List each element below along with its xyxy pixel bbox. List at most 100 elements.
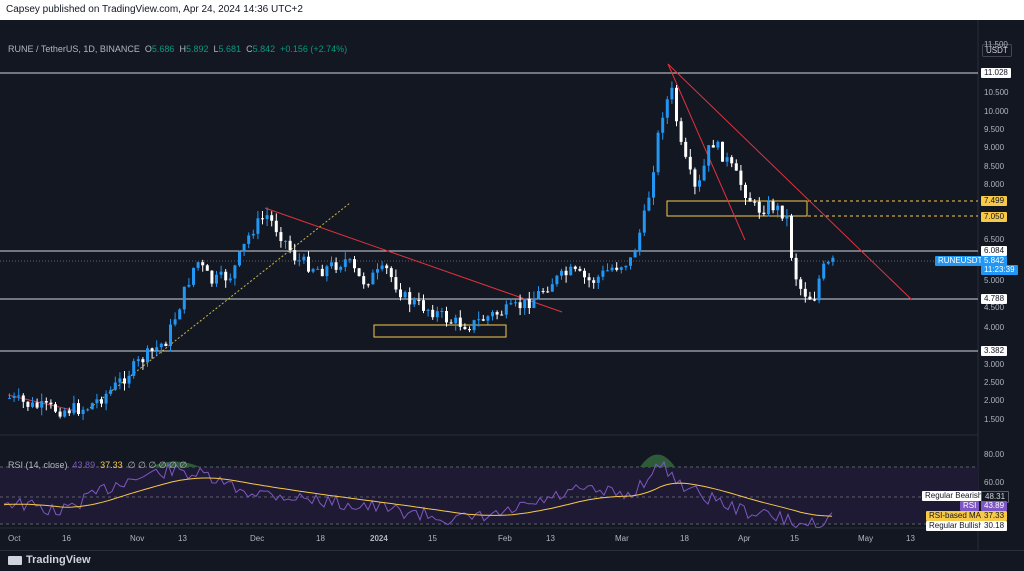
candle-body [587,277,591,281]
rsi-legend-value: 43.89 [72,460,96,470]
candle-body [164,343,168,347]
candle-body [790,215,793,258]
candle-body [132,361,136,376]
time-axis-label: 16 [62,534,71,543]
candle-body [546,291,550,293]
candle-body [569,266,573,276]
candle-body [753,201,757,203]
candle-body [178,309,182,320]
candle-body [771,201,775,211]
legend-change: +0.156 (+2.74%) [280,44,348,54]
candle-body [403,292,407,298]
price-axis-tick: 3.000 [984,360,1005,369]
candle-body [449,322,453,324]
candle-body [826,261,830,264]
candle-body [224,271,228,281]
candle-body [233,265,237,279]
candle-body [463,326,467,330]
candle-body [353,259,356,269]
candle-body [12,396,16,398]
candle-body [58,411,62,417]
tag-7499: 7.499 [981,196,1008,206]
candle-body [813,299,816,301]
candle-body [21,395,25,402]
candle-body [486,316,490,321]
candle-body [109,389,113,394]
candle-body [445,310,448,323]
price-axis-tick: 4.000 [984,323,1005,332]
candle-body [293,250,297,261]
time-axis-label: Feb [498,534,512,543]
candle-body [26,401,30,407]
candle-body [803,288,807,297]
candle-body [169,324,172,347]
time-axis-label: 13 [906,534,915,543]
candle-body [297,260,301,262]
candle-body [31,402,34,407]
candle-body [767,201,770,215]
trendline-red-steep [667,63,746,241]
candle-body [481,319,485,321]
price-axis-tick: 2.000 [984,396,1005,405]
tag-6084: 6.084 [981,246,1008,256]
candle-body [702,165,706,181]
time-axis-label: 18 [680,534,689,543]
candle-body [532,298,536,309]
candle-body [638,232,642,252]
candle-body [619,267,623,270]
time-axis-label: Dec [250,534,265,543]
candle-body [219,271,223,275]
candle-body [693,169,697,187]
time-axis-label: Apr [738,534,751,543]
candle-body [523,298,527,309]
candle-body [615,267,619,270]
candle-body [67,410,71,414]
rsi-title: RSI (14, close) [8,460,68,470]
candle-body [665,99,669,118]
candle-body [495,312,499,315]
time-axis-label: Oct [8,534,21,543]
candle-body [334,262,338,270]
candle-body [256,218,260,234]
candle-body [81,409,85,415]
rsi-tag-bearish-label: Regular Bearish [922,491,986,501]
candle-body [794,257,798,280]
tag-3382: 3.382 [981,346,1008,356]
chart-area[interactable]: RUNE / TetherUS, 1D, BINANCE O5.686 H5.8… [0,20,1024,550]
legend-open: 5.686 [151,44,175,54]
candle-body [454,317,458,324]
candle-body [458,317,462,327]
candle-body [808,296,812,300]
candle-body [17,395,21,397]
candle-body [633,251,637,258]
time-axis-label: 18 [316,534,325,543]
rsi-tag-ma-value: 37.33 [981,511,1008,521]
tradingview-logo-icon [8,555,22,565]
candle-body [302,256,306,261]
candle-body [265,215,269,219]
candle-body [661,117,665,133]
tradingview-brand: TradingView [26,554,91,566]
candle-body [831,257,835,262]
candle-body [187,284,191,287]
candle-body [182,286,186,310]
price-axis-tick: 4.500 [984,303,1005,312]
tag-7050: 7.050 [981,212,1008,222]
candle-body [435,311,439,318]
candle-body [509,303,513,305]
candle-body [394,277,398,290]
candle-body [560,270,563,276]
candle-body [146,348,149,363]
price-axis-tick: 10.000 [984,107,1009,116]
candle-body [518,302,522,309]
candle-body [320,268,324,277]
tradingview-logo[interactable]: TradingView [8,554,91,566]
candle-body [647,197,651,211]
candle-body [527,298,531,309]
candle-body [159,343,163,348]
candle-body [583,270,586,278]
candle-body [95,399,99,404]
candle-body [205,265,209,271]
candle-body [376,269,379,273]
candle-body [100,399,103,404]
